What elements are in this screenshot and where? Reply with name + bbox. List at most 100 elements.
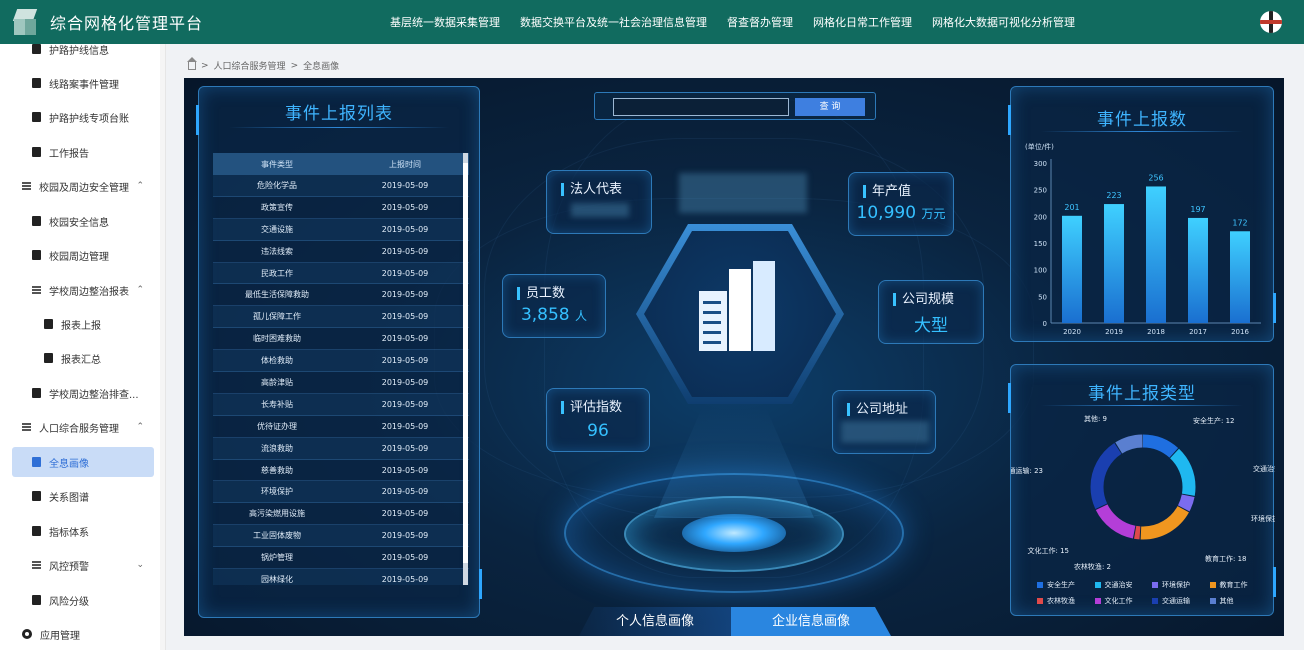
table-row[interactable]: 长寿补贴 2019-05-09 — [213, 393, 469, 416]
table-row[interactable]: 流浪救助 2019-05-09 — [213, 437, 469, 460]
table-scrollbar[interactable] — [463, 153, 468, 585]
search-input[interactable] — [613, 98, 789, 116]
slice-value: 15 — [1060, 547, 1069, 555]
sidebar-item[interactable]: 风险分级 — [0, 585, 165, 615]
top-nav: 基层统一数据采集管理 数据交换平台及统一社会治理信息管理 督查督办管理 网格化日… — [390, 0, 1095, 44]
y-tick-label: 150 — [1034, 240, 1047, 248]
legend-item[interactable]: 交通运输 — [1152, 593, 1210, 609]
sidebar-item-label: 报表上报 — [61, 320, 101, 332]
bar — [1230, 231, 1250, 323]
sidebar-item[interactable]: 应用管理 — [0, 619, 165, 649]
sidebar-item[interactable]: 报表上报 — [0, 309, 165, 339]
sidebar-item-label: 风险分级 — [49, 596, 89, 608]
breadcrumb-item[interactable]: 人口综合服务管理 — [214, 59, 286, 72]
cell-report-time: 2019-05-09 — [381, 509, 429, 519]
sidebar-item[interactable]: 学校周边整治排查... — [0, 378, 165, 408]
sidebar-item[interactable]: 风控预警 ⌄ — [0, 550, 165, 580]
table-row[interactable]: 临时困难救助 2019-05-09 — [213, 328, 469, 351]
y-tick-label: 250 — [1034, 187, 1047, 195]
chevron-up-icon[interactable]: ⌃ — [136, 181, 144, 191]
column-header-type[interactable]: 事件类型 — [213, 159, 341, 170]
chevron-up-icon[interactable]: ⌃ — [136, 422, 144, 432]
legend-swatch — [1209, 598, 1216, 604]
sidebar-item[interactable]: 关系图谱 — [0, 481, 165, 511]
chevron-down-icon[interactable]: ⌄ — [136, 560, 144, 570]
sidebar-item[interactable]: 校园安全信息 — [0, 206, 165, 236]
chevron-up-icon[interactable]: ⌃ — [136, 285, 144, 295]
slice-name: 安全生产 — [1193, 416, 1221, 425]
table-row[interactable]: 违法线索 2019-05-09 — [213, 241, 469, 263]
legend-item[interactable]: 文化工作 — [1094, 593, 1153, 609]
document-icon — [32, 216, 41, 226]
nav-bigdata[interactable]: 网格化大数据可视化分析管理 — [932, 14, 1075, 30]
redacted-address — [841, 421, 929, 443]
donut-slice-label: 其他: 9 — [1084, 414, 1107, 423]
legend-swatch — [1152, 582, 1158, 588]
nav-data-collection[interactable]: 基层统一数据采集管理 — [390, 14, 500, 30]
annual-output-unit: 万元 — [921, 207, 946, 221]
donut-slice-label: 文化工作: 15 — [1027, 546, 1069, 555]
document-icon — [32, 457, 41, 467]
nav-supervision[interactable]: 督查督办管理 — [727, 14, 793, 30]
table-row[interactable]: 慈善救助 2019-05-09 — [213, 460, 469, 482]
cell-report-time: 2019-05-09 — [381, 377, 429, 387]
table-row[interactable]: 高龄津贴 2019-05-09 — [213, 372, 469, 394]
sidebar-item[interactable]: 指标体系 — [0, 516, 165, 546]
sidebar-item[interactable]: 人口综合服务管理 ⌃ — [0, 412, 165, 442]
legend-item[interactable]: 农林牧渔 — [1037, 593, 1095, 609]
bar-chart: (单位/件) 0 50 100 150 200 250 300 201 2020 223 2019 25… — [1025, 142, 1261, 336]
search-button[interactable]: 查 询 — [795, 98, 865, 116]
legend-item[interactable]: 安全生产 — [1037, 577, 1095, 593]
nav-data-exchange[interactable]: 数据交换平台及统一社会治理信息管理 — [520, 14, 707, 30]
table-row[interactable]: 最低生活保障救助 2019-05-09 — [213, 284, 469, 307]
table-row[interactable]: 民政工作 2019-05-09 — [213, 262, 469, 285]
y-tick-label: 0 — [1043, 320, 1047, 328]
table-row[interactable]: 优待证办理 2019-05-09 — [213, 416, 469, 438]
sidebar-item-label: 应用管理 — [40, 630, 80, 642]
sidebar-item[interactable]: 报表汇总 — [0, 343, 165, 373]
table-row[interactable]: 交通设施 2019-05-09 — [213, 218, 469, 241]
document-icon — [32, 147, 41, 157]
sidebar-item[interactable]: 校园周边管理 — [0, 240, 165, 270]
legend-item[interactable]: 其他 — [1209, 593, 1268, 609]
table-row[interactable]: 工业固体废物 2019-05-09 — [213, 525, 469, 548]
tab-enterprise-portrait[interactable]: 企业信息画像 — [731, 607, 891, 636]
cell-event-type: 临时困难救助 — [253, 334, 301, 344]
sidebar-item[interactable]: 工作报告 — [0, 137, 165, 167]
column-header-time[interactable]: 上报时间 — [341, 159, 469, 170]
table-row[interactable]: 危险化学品 2019-05-09 — [213, 175, 469, 197]
document-icon — [32, 112, 41, 122]
home-icon[interactable] — [187, 56, 197, 70]
top-header: 综合网格化管理平台 基层统一数据采集管理 数据交换平台及统一社会治理信息管理 督… — [0, 0, 1304, 44]
table-row[interactable]: 孤儿保障工作 2019-05-09 — [213, 306, 469, 329]
x-tick-label: 2020 — [1063, 328, 1081, 336]
bar — [1104, 204, 1124, 323]
card-address-label: 公司地址 — [847, 403, 908, 416]
user-avatar-icon[interactable] — [1260, 11, 1282, 33]
sidebar-item[interactable]: 护路护线专项台账 — [0, 102, 165, 132]
legend-label: 环境保护 — [1162, 581, 1190, 589]
table-row[interactable]: 体检救助 2019-05-09 — [213, 350, 469, 373]
sidebar-item[interactable]: 全息画像 — [12, 447, 154, 477]
legend-item[interactable]: 交通治安 — [1094, 577, 1153, 593]
card-company-scale-label: 公司规模 — [893, 293, 954, 306]
donut-slice-label: 安全生产: 12 — [1193, 416, 1235, 425]
tab-personal-portrait[interactable]: 个人信息画像 — [579, 607, 731, 636]
slice-name: 交通治安 — [1253, 464, 1275, 473]
table-row[interactable]: 锅炉管理 2019-05-09 — [213, 547, 469, 570]
legend-item[interactable]: 环境保护 — [1152, 577, 1210, 593]
sidebar-item[interactable]: 线路案事件管理 — [0, 68, 165, 98]
sidebar-item[interactable]: 校园及周边安全管理 ⌃ — [0, 171, 165, 201]
table-row[interactable]: 政策宣传 2019-05-09 — [213, 197, 469, 219]
cell-event-type: 政策宣传 — [261, 202, 293, 212]
slice-value: 9 — [1103, 415, 1107, 423]
legend-item[interactable]: 教育工作 — [1209, 577, 1268, 593]
table-row[interactable]: 园林绿化 2019-05-09 — [213, 569, 469, 585]
gear-icon — [22, 629, 32, 639]
nav-daily-work[interactable]: 网格化日常工作管理 — [813, 14, 912, 30]
table-row[interactable]: 环境保护 2019-05-09 — [213, 481, 469, 504]
sidebar-item[interactable]: 护路护线信息 — [0, 44, 165, 64]
sidebar-item[interactable]: 学校周边整治报表 ⌃ — [0, 275, 165, 305]
table-row[interactable]: 高污染燃用设施 2019-05-09 — [213, 503, 469, 526]
y-tick-label: 100 — [1034, 267, 1047, 275]
